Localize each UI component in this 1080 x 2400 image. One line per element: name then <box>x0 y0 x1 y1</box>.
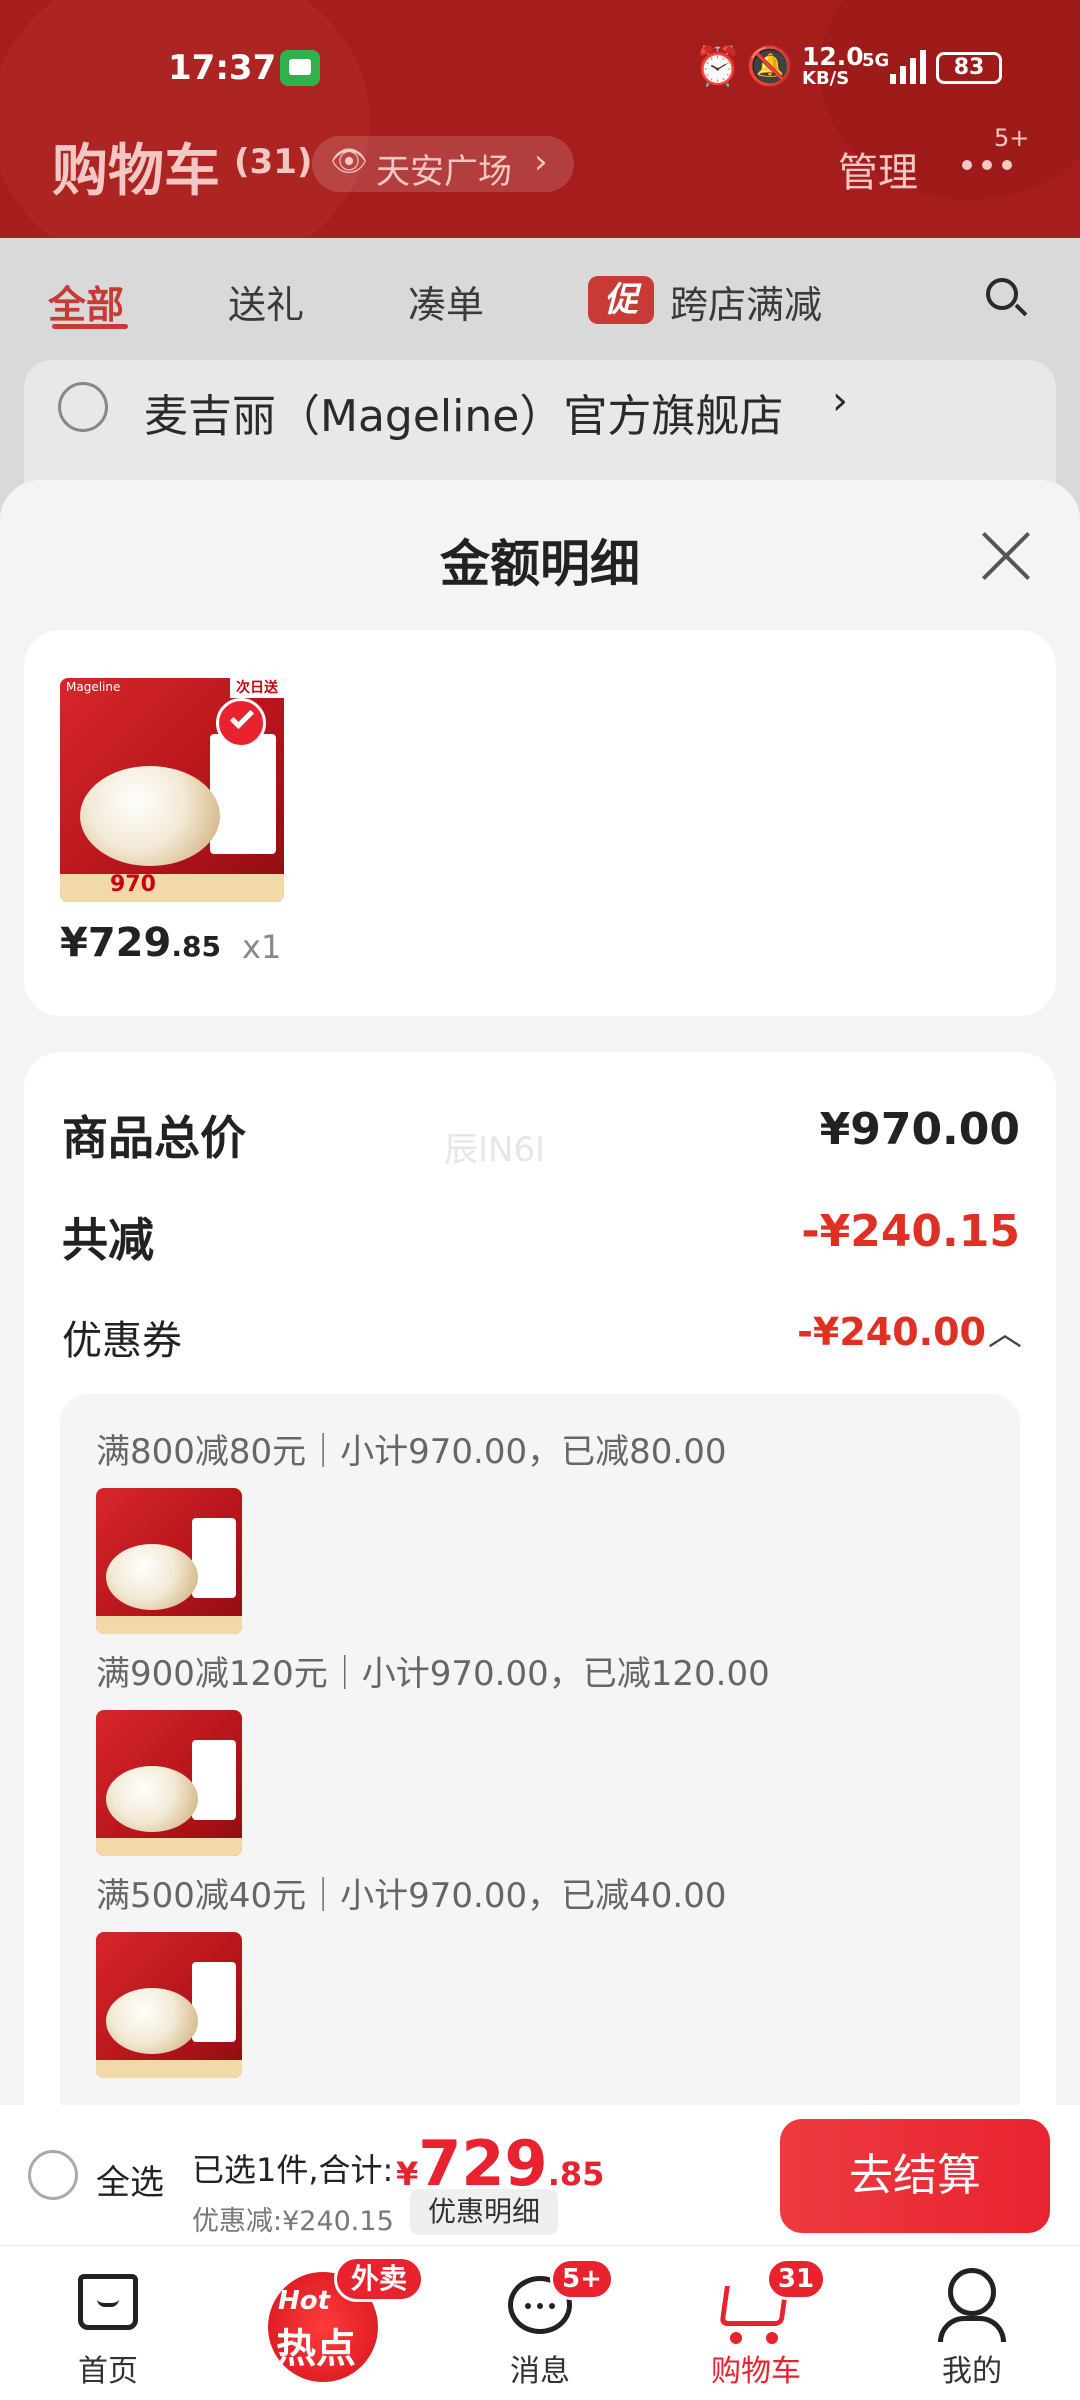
location-label: 天安广场 <box>376 152 512 192</box>
thumb-bottom-strip <box>96 1616 242 1634</box>
chevron-up-icon[interactable]: ︿ <box>988 1306 1022 1355</box>
product-thumbnail[interactable]: 次日送达 Mageline 970 <box>60 678 284 902</box>
manage-button[interactable]: 管理 <box>838 140 918 198</box>
network-type: 5G <box>862 50 890 71</box>
discount-value: -¥240.15 <box>801 1206 1020 1257</box>
nav-cart[interactable]: 31 购物车 <box>676 2246 836 2400</box>
cart-count: (31) <box>234 142 313 182</box>
alarm-icon: ⏰ <box>694 44 742 88</box>
thumb-panel <box>192 1740 236 1820</box>
nav-messages[interactable]: 5+ 消息 <box>460 2246 620 2400</box>
more-dots-icon <box>982 160 992 170</box>
store-select-checkbox[interactable] <box>58 382 108 432</box>
eye-icon: 👁 <box>330 144 369 179</box>
thumb-panel <box>192 1962 236 2042</box>
status-time: 17:37 <box>168 48 277 88</box>
location-selector[interactable]: 👁 天安广场 › <box>312 136 574 192</box>
bottom-nav: 首页 Hot 热点 外卖 5+ 消息 31 购物车 我的 <box>0 2245 1080 2400</box>
thumb-jar <box>106 1766 198 1832</box>
coupon-product-thumbnail <box>96 1710 242 1856</box>
nav-label: 消息 <box>510 2354 570 2389</box>
coupon-value[interactable]: -¥240.00 <box>797 1310 986 1354</box>
thumb-bottom-strip <box>96 2060 242 2078</box>
profile-icon-body <box>938 2316 1006 2342</box>
close-icon[interactable] <box>978 528 1034 584</box>
tab-cross-store[interactable]: 跨店满减 <box>670 274 822 329</box>
nav-label: 首页 <box>78 2354 138 2389</box>
message-app-icon <box>280 50 320 86</box>
hot-cn-label: 热点 <box>276 2326 356 2372</box>
thumb-bottom-strip <box>96 1838 242 1856</box>
nav-label: 购物车 <box>711 2354 801 2389</box>
thumb-brand: Mageline <box>66 680 121 694</box>
search-icon[interactable] <box>986 278 1028 318</box>
select-all-checkbox[interactable] <box>28 2150 78 2200</box>
total-label: 商品总价 <box>62 1111 246 1165</box>
net-speed: 12.0 KB/S <box>802 42 864 89</box>
coupon-product-thumbnail <box>96 1932 242 2078</box>
nav-badge: 外卖 <box>334 2256 424 2302</box>
coupon-rule-text: 满800减80元｜小计970.00，已减80.00 <box>96 1432 727 1472</box>
coupon-rule-text: 满500减40元｜小计970.00，已减40.00 <box>96 1876 727 1916</box>
profile-icon <box>948 2268 996 2316</box>
hot-en-label: Hot <box>278 2286 331 2316</box>
discount-summary: 优惠减:¥240.15 <box>192 2206 394 2237</box>
more-badge: 5+ <box>994 124 1030 152</box>
checkout-bar: 全选 已选1件,合计: ¥729.85 优惠减:¥240.15 优惠明细 去结算 <box>0 2105 1080 2245</box>
total-value: ¥970.00 <box>819 1104 1020 1155</box>
discount-label: 共减 <box>62 1213 154 1267</box>
page-title: 购物车 <box>52 139 220 204</box>
thumb-badge: 次日送达 <box>230 678 284 716</box>
promo-tag: 促 <box>588 276 654 324</box>
thumb-bottom-strip <box>60 874 284 902</box>
home-icon <box>78 2274 138 2330</box>
nav-hot[interactable]: Hot 热点 外卖 <box>248 2246 424 2400</box>
coupon-product-thumbnail <box>96 1488 242 1634</box>
select-all-label[interactable]: 全选 <box>96 2155 164 2204</box>
selected-summary: 已选1件,合计: <box>192 2151 394 2189</box>
coupon-rule-text: 满900减120元｜小计970.00，已减120.00 <box>96 1654 770 1694</box>
more-dots-icon <box>962 160 972 170</box>
tab-indicator <box>52 324 128 329</box>
thumb-panel <box>210 734 276 854</box>
coupon-label: 优惠券 <box>62 1318 182 1364</box>
price-summary-card: 商品总价 辰IN6I ¥970.00 共减 -¥240.15 优惠券 -¥240… <box>24 1052 1056 2105</box>
cart-wheel <box>766 2332 778 2344</box>
signal-icon <box>890 50 930 84</box>
checkout-button[interactable]: 去结算 <box>780 2119 1050 2233</box>
cart-wheel <box>730 2332 742 2344</box>
mute-icon: 🔕 <box>746 44 794 88</box>
battery-icon: 83 <box>936 52 1002 84</box>
product-card: 次日送达 Mageline 970 ¥729.85 x1 <box>24 630 1056 1016</box>
nav-profile[interactable]: 我的 <box>892 2246 1052 2400</box>
header: 17:37 ⏰ 🔕 12.0 KB/S 5G 83 购物车 (31) 👁 天安广场… <box>0 0 1080 238</box>
tab-all[interactable]: 全部 <box>48 274 124 329</box>
thumb-price: 970 <box>110 872 156 897</box>
nav-badge: 5+ <box>550 2258 614 2300</box>
chevron-right-icon: › <box>534 142 548 182</box>
product-quantity: x1 <box>242 928 282 966</box>
thumb-jar <box>106 1988 198 2054</box>
discount-detail-button[interactable]: 优惠明细 <box>410 2189 559 2235</box>
watermark: 辰IN6I <box>444 1130 546 1170</box>
thumb-jar <box>106 1544 198 1610</box>
nav-badge: 31 <box>766 2258 826 2300</box>
thumb-panel <box>192 1518 236 1598</box>
nav-label: 我的 <box>942 2354 1002 2389</box>
sheet-title: 金额明细 <box>440 535 640 593</box>
more-dots-icon <box>1002 160 1012 170</box>
amount-detail-sheet: 金额明细 次日送达 Mageline 970 ¥729.85 x1 商品总价 辰… <box>0 480 1080 2105</box>
thumb-jar <box>80 766 220 866</box>
tab-gift[interactable]: 送礼 <box>228 274 304 329</box>
tab-bundle[interactable]: 凑单 <box>408 274 484 329</box>
selected-check-icon <box>216 698 266 748</box>
store-name[interactable]: 麦吉丽（Mageline）官方旗舰店 <box>144 380 783 444</box>
chevron-right-icon: › <box>832 378 848 424</box>
coupon-detail-panel: 满800减80元｜小计970.00，已减80.00 满900减120元｜小计97… <box>60 1394 1020 2105</box>
product-price: ¥729.85 <box>60 920 221 966</box>
nav-home[interactable]: 首页 <box>28 2246 188 2400</box>
